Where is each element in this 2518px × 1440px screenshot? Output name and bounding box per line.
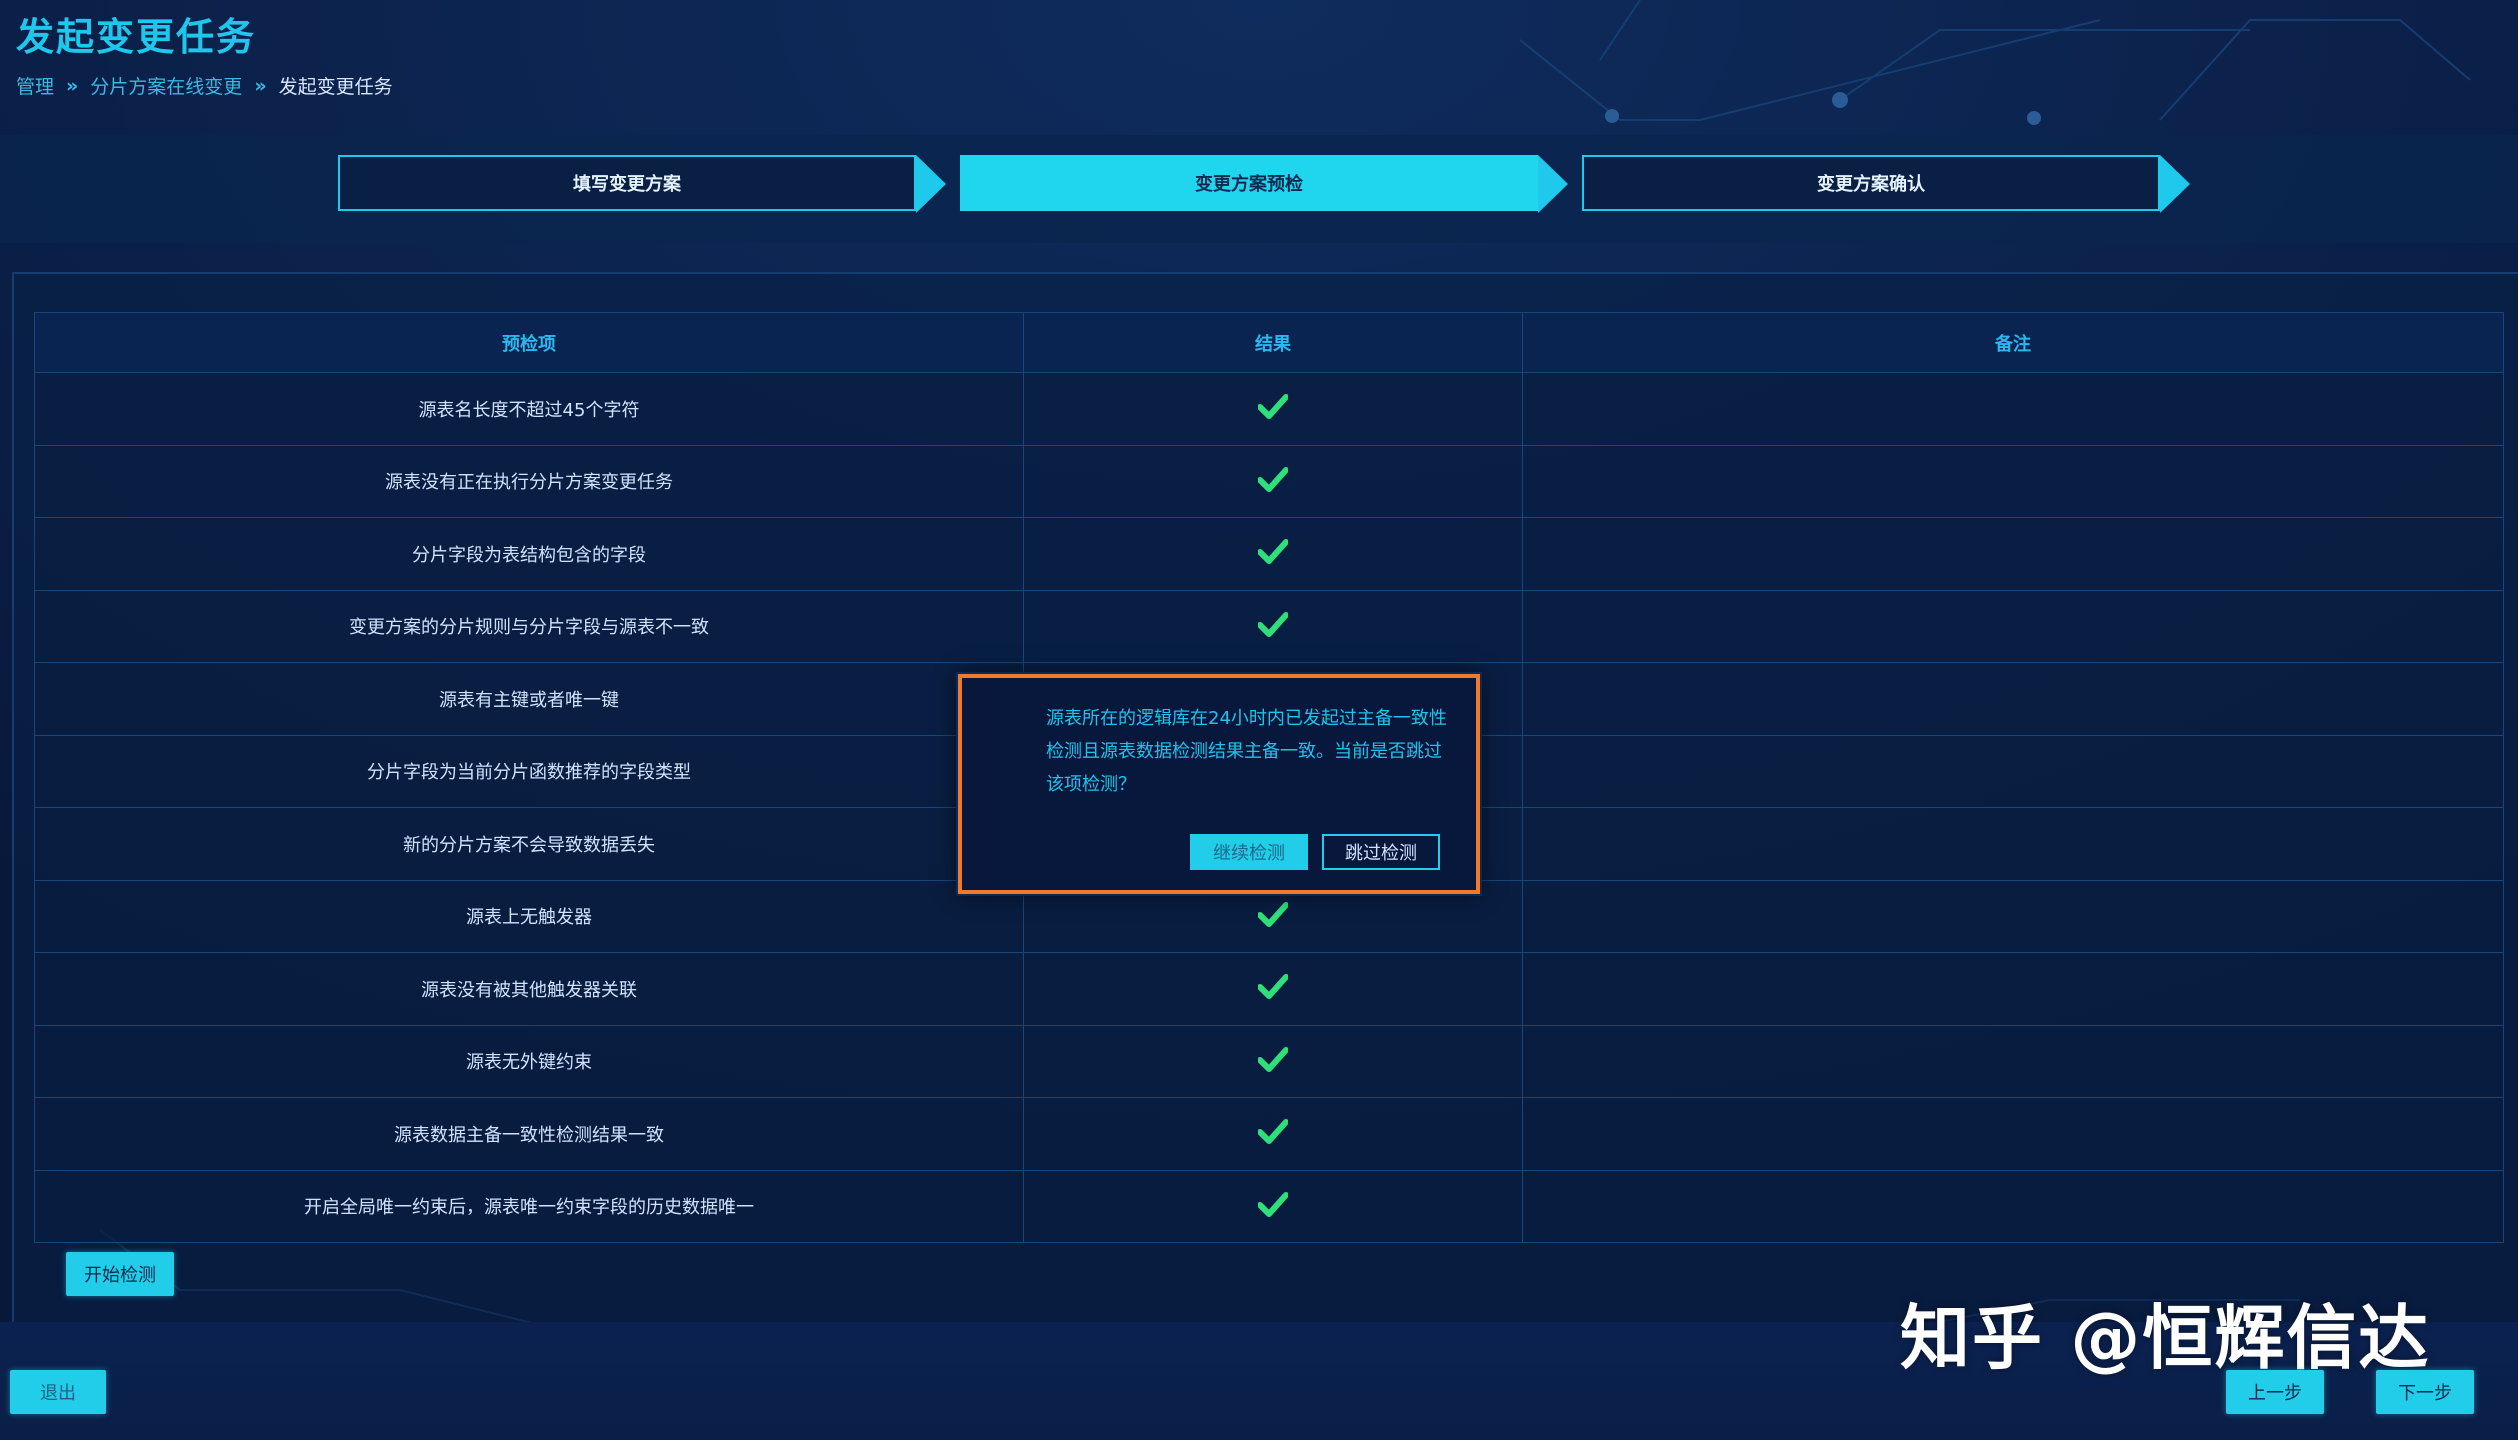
step-arrow-icon: [2160, 155, 2190, 213]
watermark: 知乎 @恒辉信达: [1900, 1297, 2431, 1379]
check-icon: [1258, 611, 1288, 637]
check-icon: [1258, 1191, 1288, 1217]
check-note: [1522, 372, 2504, 446]
skip-check-button[interactable]: 跳过检测: [1322, 834, 1440, 870]
check-note: [1522, 734, 2504, 808]
column-header-note: 备注: [1522, 312, 2504, 373]
check-item: 源表没有正在执行分片方案变更任务: [34, 444, 1024, 518]
check-note: [1522, 1024, 2504, 1098]
check-icon: [1258, 973, 1288, 1000]
check-item: 源表上无触发器: [34, 879, 1024, 953]
check-item: 源表数据主备一致性检测结果一致: [34, 1097, 1024, 1171]
check-item: 源表没有被其他触发器关联: [34, 952, 1024, 1026]
check-item: 分片字段为当前分片函数推荐的字段类型: [34, 734, 1024, 808]
check-icon: [1258, 1046, 1288, 1072]
check-result: [1023, 517, 1523, 591]
table-row: 开启全局唯一约束后，源表唯一约束字段的历史数据唯一: [34, 1169, 2504, 1243]
step-arrow-icon: [916, 155, 946, 213]
step-label: 变更方案确认: [1582, 155, 2160, 211]
table-row: 源表无外键约束: [34, 1024, 2504, 1098]
check-item: 开启全局唯一约束后，源表唯一约束字段的历史数据唯一: [34, 1169, 1024, 1243]
skip-check-dialog: 源表所在的逻辑库在24小时内已发起过主备一致性检测且源表数据检测结果主备一致。当…: [958, 674, 1480, 894]
column-header-result: 结果: [1023, 312, 1523, 373]
check-note: [1522, 807, 2504, 881]
page-title: 发起变更任务: [16, 15, 257, 59]
check-note: [1522, 952, 2504, 1026]
table-row: 源表数据主备一致性检测结果一致: [34, 1097, 2504, 1171]
check-icon: [1258, 538, 1288, 565]
step-label: 填写变更方案: [338, 155, 916, 211]
step-label: 变更方案预检: [960, 155, 1538, 211]
table-row: 源表没有正在执行分片方案变更任务: [34, 444, 2504, 518]
table-row: 源表没有被其他触发器关联: [34, 952, 2504, 1026]
breadcrumb-separator: »: [254, 74, 267, 97]
check-icon: [1258, 901, 1288, 927]
check-note: [1522, 1097, 2504, 1171]
check-item: 源表名长度不超过45个字符: [34, 372, 1024, 446]
table-row: 分片字段为表结构包含的字段: [34, 517, 2504, 591]
dialog-message: 源表所在的逻辑库在24小时内已发起过主备一致性检测且源表数据检测结果主备一致。当…: [1046, 708, 1447, 795]
check-item: 分片字段为表结构包含的字段: [34, 517, 1024, 591]
check-result: [1023, 952, 1523, 1026]
column-header-item: 预检项: [34, 312, 1024, 373]
check-note: [1522, 1169, 2504, 1243]
check-result: [1023, 1169, 1523, 1243]
breadcrumb-separator: »: [66, 74, 79, 97]
check-item: 变更方案的分片规则与分片字段与源表不一致: [34, 589, 1024, 663]
check-result: [1023, 1024, 1523, 1098]
check-note: [1522, 589, 2504, 663]
breadcrumb-item-current: 发起变更任务: [278, 76, 393, 98]
start-check-button[interactable]: 开始检测: [66, 1252, 174, 1296]
prev-step-button[interactable]: 上一步: [2226, 1370, 2324, 1414]
check-icon: [1258, 393, 1288, 420]
check-icon: [1258, 466, 1288, 492]
check-result: [1023, 444, 1523, 518]
check-note: [1522, 444, 2504, 518]
check-note: [1522, 662, 2504, 736]
check-item: 新的分片方案不会导致数据丢失: [34, 807, 1024, 881]
check-icon: [1258, 1118, 1288, 1145]
check-note: [1522, 517, 2504, 591]
breadcrumb-item-manage[interactable]: 管理: [16, 72, 54, 99]
check-item: 源表无外键约束: [34, 1024, 1024, 1098]
continue-check-button[interactable]: 继续检测: [1190, 834, 1308, 870]
step-arrow-icon: [1538, 155, 1568, 213]
check-result: [1023, 372, 1523, 446]
breadcrumb-item-online-change[interactable]: 分片方案在线变更: [90, 72, 242, 99]
check-result: [1023, 589, 1523, 663]
check-result: [1023, 1097, 1523, 1171]
table-row: 变更方案的分片规则与分片字段与源表不一致: [34, 589, 2504, 663]
table-header-row: 预检项 结果 备注: [34, 312, 2504, 373]
exit-button[interactable]: 退出: [10, 1370, 106, 1414]
check-note: [1522, 879, 2504, 953]
table-row: 源表名长度不超过45个字符: [34, 372, 2504, 446]
breadcrumb: 管理 » 分片方案在线变更 » 发起变更任务: [16, 72, 393, 99]
check-item: 源表有主键或者唯一键: [34, 662, 1024, 736]
next-step-button[interactable]: 下一步: [2376, 1370, 2474, 1414]
